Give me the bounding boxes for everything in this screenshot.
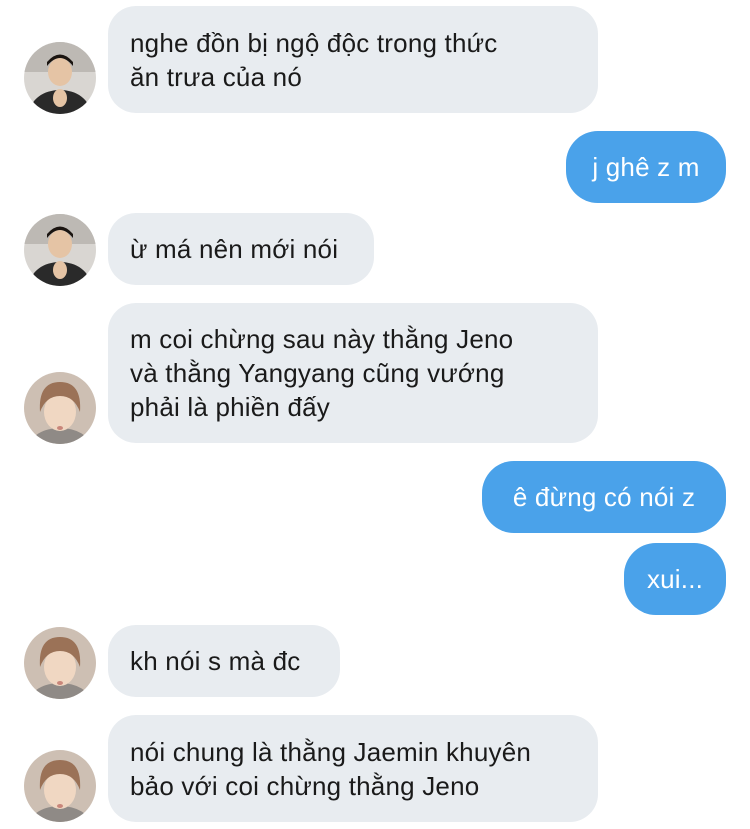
- avatar[interactable]: [24, 42, 96, 114]
- avatar-b-image: [24, 627, 96, 699]
- message-bubble[interactable]: nghe đồn bị ngộ độc trong thức ăn trưa c…: [108, 6, 598, 113]
- avatar[interactable]: [24, 214, 96, 286]
- avatar-a-image: [24, 214, 96, 286]
- message-bubble[interactable]: ê đừng có nói z: [482, 461, 726, 533]
- avatar-b-image: [24, 372, 96, 444]
- message-bubble[interactable]: ừ má nên mới nói: [108, 213, 374, 285]
- message-bubble[interactable]: kh nói s mà đc: [108, 625, 340, 697]
- avatar-a-image: [24, 42, 96, 114]
- message-bubble[interactable]: xui...: [624, 543, 726, 615]
- avatar[interactable]: [24, 627, 96, 699]
- avatar[interactable]: [24, 750, 96, 822]
- message-bubble[interactable]: j ghê z m: [566, 131, 726, 203]
- message-bubble[interactable]: nói chung là thằng Jaemin khuyên bảo với…: [108, 715, 598, 822]
- message-bubble[interactable]: m coi chừng sau này thằng Jeno và thằng …: [108, 303, 598, 443]
- avatar[interactable]: [24, 372, 96, 444]
- avatar-b-image: [24, 750, 96, 822]
